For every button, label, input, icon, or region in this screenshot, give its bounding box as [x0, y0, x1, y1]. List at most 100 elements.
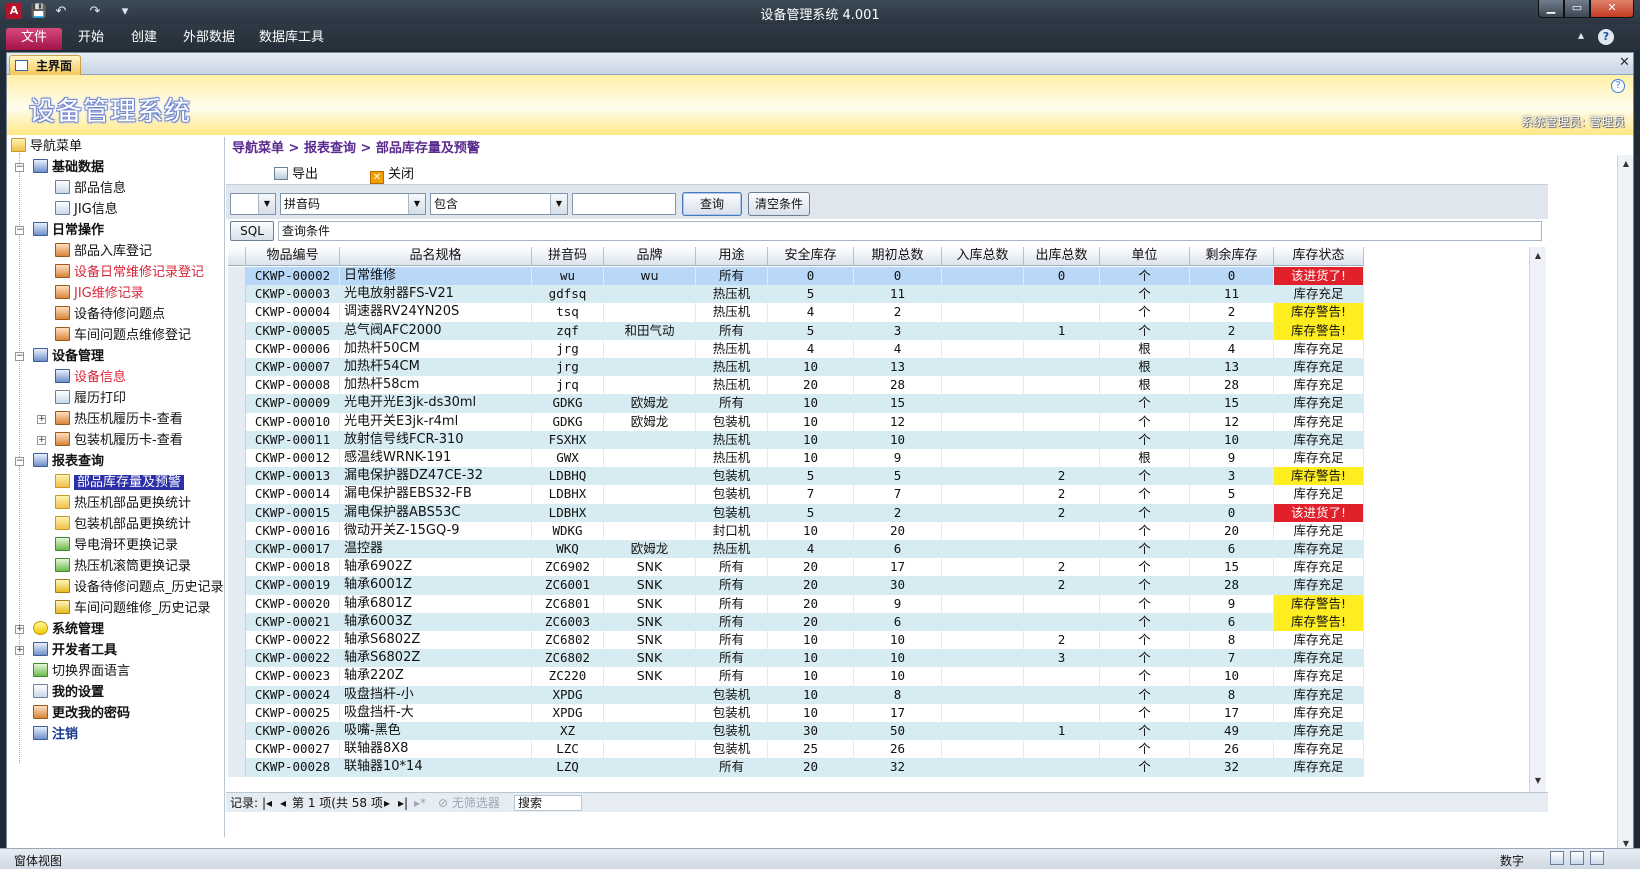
- table-row[interactable]: CKWP-00015 漏电保护器ABS53C LDBHX 包装机 5 2 2 个 0 该进货了!: [228, 503, 1364, 523]
- table-cell[interactable]: 漏电保护器EBS32-FB: [340, 485, 532, 505]
- nav-item-workshop-repair[interactable]: 车间问题点维修登记: [55, 326, 191, 346]
- table-cell[interactable]: 5: [768, 467, 854, 487]
- table-cell[interactable]: [1024, 394, 1100, 414]
- expand-icon[interactable]: +: [37, 436, 46, 445]
- table-cell[interactable]: jrg: [532, 358, 604, 377]
- table-cell[interactable]: [942, 285, 1024, 305]
- table-cell[interactable]: CKWP-00014: [246, 485, 340, 505]
- table-cell[interactable]: 10: [768, 430, 854, 450]
- table-cell[interactable]: 4: [768, 303, 854, 323]
- table-cell[interactable]: CKWP-00017: [246, 540, 340, 559]
- stock-status-cell[interactable]: 库存充足: [1274, 703, 1364, 723]
- stock-status-cell[interactable]: 库存充足: [1274, 412, 1364, 432]
- table-cell[interactable]: [604, 358, 696, 377]
- table-row[interactable]: CKWP-00017 温控器 WKQ 欧姆龙 热压机 4 6 个 6 库存充足: [228, 540, 1364, 559]
- collapse-icon[interactable]: −: [15, 163, 24, 172]
- table-cell[interactable]: 2: [1024, 576, 1100, 596]
- table-cell[interactable]: SNK: [604, 594, 696, 614]
- table-cell[interactable]: 10: [768, 703, 854, 723]
- scroll-down-icon[interactable]: ▼: [1531, 774, 1545, 788]
- expand-icon[interactable]: +: [15, 646, 24, 655]
- table-cell[interactable]: 根: [1100, 449, 1190, 468]
- table-cell[interactable]: XPDG: [532, 703, 604, 723]
- stock-status-cell[interactable]: 库存充足: [1274, 358, 1364, 377]
- table-cell[interactable]: 0: [1024, 267, 1100, 286]
- column-header[interactable]: 品名规格: [340, 247, 532, 266]
- table-cell[interactable]: 6: [854, 540, 942, 559]
- table-cell[interactable]: tsq: [532, 303, 604, 323]
- table-cell[interactable]: 10: [854, 667, 942, 687]
- table-cell[interactable]: [1024, 594, 1100, 614]
- table-cell[interactable]: [942, 558, 1024, 578]
- table-cell[interactable]: 所有: [696, 758, 768, 778]
- nav-item-hotpress-replace-stats[interactable]: 热压机部品更换统计: [55, 494, 191, 514]
- nav-item-pending-history[interactable]: 设备待修问题点_历史记录: [55, 578, 224, 598]
- row-selector[interactable]: [228, 740, 246, 760]
- nav-item-roller-log[interactable]: 热压机滚筒更换记录: [55, 557, 191, 577]
- search-input[interactable]: 搜索: [514, 795, 582, 811]
- table-cell[interactable]: [1024, 430, 1100, 450]
- table-cell[interactable]: 个: [1100, 703, 1190, 723]
- table-cell[interactable]: 2: [854, 303, 942, 323]
- table-cell[interactable]: CKWP-00028: [246, 758, 340, 778]
- table-cell[interactable]: wu: [604, 267, 696, 286]
- table-cell[interactable]: 热压机: [696, 430, 768, 450]
- table-cell[interactable]: gdfsq: [532, 285, 604, 305]
- table-cell[interactable]: 所有: [696, 321, 768, 341]
- row-selector[interactable]: [228, 703, 246, 723]
- table-cell[interactable]: GDKG: [532, 412, 604, 432]
- row-selector[interactable]: [228, 267, 246, 286]
- table-row[interactable]: CKWP-00010 光电开关E3jk-r4ml GDKG 欧姆龙 包装机 10 12 个 12…: [228, 412, 1364, 432]
- table-cell[interactable]: [604, 485, 696, 505]
- table-cell[interactable]: 吸嘴-黑色: [340, 722, 532, 741]
- table-row[interactable]: CKWP-00016 微动开关Z-15GQ-9 WDKG 封口机 10 20 个 20 库存充足: [228, 521, 1364, 541]
- table-cell[interactable]: 加热杆50CM: [340, 339, 532, 359]
- table-cell[interactable]: [942, 467, 1024, 487]
- stock-status-cell[interactable]: 库存警告!: [1274, 594, 1364, 614]
- table-cell[interactable]: 轴承6003Z: [340, 612, 532, 632]
- table-cell[interactable]: 9: [854, 594, 942, 614]
- table-row[interactable]: CKWP-00011 放射信号线FCR-310 FSXHX 热压机 10 10 个 10 库存充…: [228, 430, 1364, 450]
- table-cell[interactable]: CKWP-00002: [246, 267, 340, 286]
- table-cell[interactable]: LDBHX: [532, 503, 604, 523]
- stock-status-cell[interactable]: 库存充足: [1274, 376, 1364, 396]
- table-cell[interactable]: [604, 722, 696, 741]
- maximize-button[interactable]: ▭: [1564, 0, 1590, 18]
- table-cell[interactable]: 30: [768, 722, 854, 741]
- table-cell[interactable]: 10: [768, 521, 854, 541]
- stock-status-cell[interactable]: 库存充足: [1274, 631, 1364, 650]
- table-row[interactable]: CKWP-00014 漏电保护器EBS32-FB LDBHX 包装机 7 7 2 个 5 库存充足: [228, 485, 1364, 505]
- table-cell[interactable]: 个: [1100, 303, 1190, 323]
- table-cell[interactable]: [1024, 376, 1100, 396]
- row-selector[interactable]: [228, 358, 246, 377]
- table-cell[interactable]: CKWP-00013: [246, 467, 340, 487]
- table-cell[interactable]: 个: [1100, 467, 1190, 487]
- table-cell[interactable]: 温控器: [340, 540, 532, 559]
- table-cell[interactable]: 32: [1190, 758, 1274, 778]
- table-cell[interactable]: 个: [1100, 285, 1190, 305]
- table-cell[interactable]: 光电开关E3jk-r4ml: [340, 412, 532, 432]
- table-cell[interactable]: 热压机: [696, 540, 768, 559]
- row-selector[interactable]: [228, 758, 246, 778]
- column-header[interactable]: 剩余库存: [1190, 247, 1274, 266]
- table-cell[interactable]: 5: [1190, 485, 1274, 505]
- table-cell[interactable]: 联轴器8X8: [340, 740, 532, 760]
- nav-item-daily-repair-log[interactable]: 设备日常维修记录登记: [55, 263, 204, 283]
- nav-item-history-print[interactable]: 履历打印: [55, 389, 126, 409]
- column-header[interactable]: 库存状态: [1274, 247, 1364, 266]
- table-cell[interactable]: 10: [768, 631, 854, 650]
- tab-external-data[interactable]: 外部数据: [183, 28, 235, 50]
- design-view-icon[interactable]: [1590, 851, 1604, 865]
- table-cell[interactable]: [1024, 285, 1100, 305]
- table-cell[interactable]: [1024, 303, 1100, 323]
- table-cell[interactable]: XPDG: [532, 685, 604, 705]
- table-cell[interactable]: CKWP-00026: [246, 722, 340, 741]
- table-cell[interactable]: 8: [854, 685, 942, 705]
- table-cell[interactable]: SNK: [604, 631, 696, 650]
- table-cell[interactable]: CKWP-00024: [246, 685, 340, 705]
- table-cell[interactable]: LZQ: [532, 758, 604, 778]
- grid-scrollbar[interactable]: ▲ ▼: [1529, 247, 1546, 792]
- table-cell[interactable]: CKWP-00021: [246, 612, 340, 632]
- first-record-icon[interactable]: |◂: [262, 795, 272, 811]
- next-record-icon[interactable]: ▸: [384, 795, 390, 811]
